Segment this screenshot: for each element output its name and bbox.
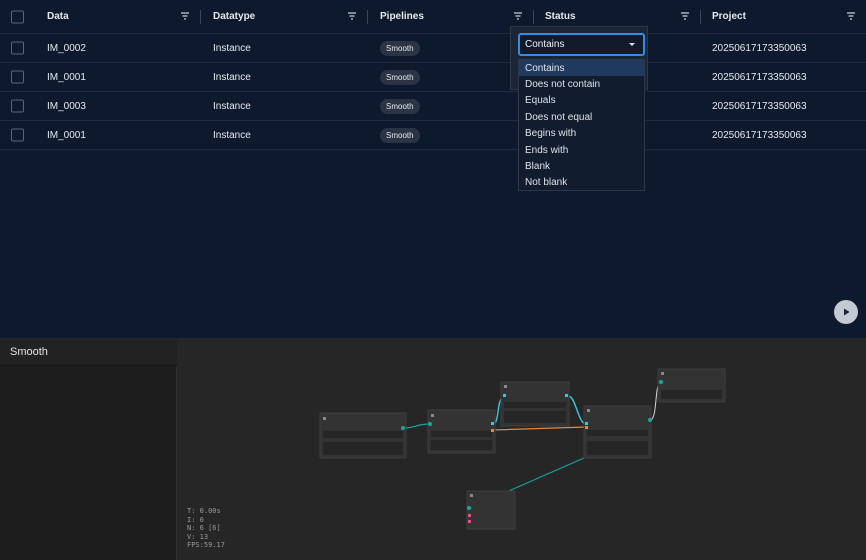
stat-time: T: 0.00s bbox=[187, 507, 221, 515]
table-row[interactable]: IM_0003 Instance Smooth 2025061717335006… bbox=[0, 92, 866, 121]
pipeline-cell: Smooth bbox=[380, 121, 420, 149]
render-stats: T: 0.00s I: 0 N: 6 [6] V: 13 FPS:59.17 bbox=[187, 507, 225, 550]
row-checkbox[interactable] bbox=[11, 99, 24, 113]
filter-menu-icon[interactable] bbox=[680, 11, 690, 21]
project-cell: 20250617173350063 bbox=[712, 71, 807, 83]
datatype-cell: Instance bbox=[213, 100, 251, 112]
project-cell: 20250617173350063 bbox=[712, 100, 807, 112]
project-cell: 20250617173350063 bbox=[712, 42, 807, 54]
pipeline-badge[interactable]: Smooth bbox=[380, 127, 420, 143]
row-checkbox[interactable] bbox=[11, 128, 24, 142]
run-button[interactable] bbox=[834, 300, 858, 324]
pipeline-badge[interactable]: Smooth bbox=[380, 40, 420, 56]
pipeline-cell: Smooth bbox=[380, 92, 420, 120]
filter-option[interactable]: Ends with bbox=[519, 142, 644, 158]
graph-node[interactable] bbox=[657, 368, 726, 403]
data-cell: IM_0001 bbox=[47, 71, 86, 83]
stat-iterations: I: 0 bbox=[187, 515, 204, 524]
data-grid: Data Datatype Pipelines Status Project I… bbox=[0, 0, 866, 338]
graph-link[interactable] bbox=[492, 426, 587, 431]
column-header-pipelines[interactable]: Pipelines bbox=[380, 0, 424, 33]
row-checkbox[interactable] bbox=[11, 70, 24, 84]
table-row[interactable]: IM_0001 Instance Smooth 2025061717335006… bbox=[0, 121, 866, 150]
filter-option[interactable]: Begins with bbox=[519, 126, 644, 142]
graph-link[interactable] bbox=[402, 423, 431, 429]
pipeline-badge[interactable]: Smooth bbox=[380, 69, 420, 85]
caret-down-icon bbox=[629, 43, 635, 46]
stat-visible: V: 13 bbox=[187, 532, 209, 541]
filter-operator-select[interactable]: Contains bbox=[518, 33, 645, 56]
datatype-cell: Instance bbox=[213, 129, 251, 141]
properties-panel: Smooth bbox=[0, 338, 177, 560]
filter-menu-icon[interactable] bbox=[347, 11, 357, 21]
graph-node[interactable] bbox=[583, 405, 652, 459]
filter-option[interactable]: Not blank bbox=[519, 175, 644, 191]
pipeline-cell: Smooth bbox=[380, 34, 420, 62]
filter-menu-icon[interactable] bbox=[846, 11, 856, 21]
stat-fps: FPS:59.17 bbox=[187, 541, 225, 549]
graph-node[interactable] bbox=[466, 490, 516, 530]
data-cell: IM_0001 bbox=[47, 129, 86, 141]
graph-node[interactable] bbox=[500, 381, 570, 427]
datatype-cell: Instance bbox=[213, 42, 251, 54]
column-divider[interactable] bbox=[700, 10, 701, 24]
pipeline-editor: Smooth T: 0.00s I: 0 N: 6 [6] V: 13 FPS:… bbox=[0, 338, 866, 560]
filter-option[interactable]: Equals bbox=[519, 93, 644, 109]
graph-node[interactable] bbox=[427, 409, 496, 454]
column-divider[interactable] bbox=[533, 10, 534, 24]
node-graph[interactable] bbox=[178, 338, 866, 560]
select-all-checkbox[interactable] bbox=[11, 10, 24, 23]
filter-option[interactable]: Does not contain bbox=[519, 76, 644, 92]
filter-operator-options: Contains Does not contain Equals Does no… bbox=[518, 59, 645, 191]
filter-option[interactable]: Contains bbox=[519, 60, 644, 76]
data-cell: IM_0003 bbox=[47, 100, 86, 112]
table-row[interactable]: IM_0001 Instance Smooth 2025061717335006… bbox=[0, 63, 866, 92]
filter-menu-icon[interactable] bbox=[180, 11, 190, 21]
stat-nodes: N: 6 [6] bbox=[187, 524, 221, 532]
table-row[interactable]: IM_0002 Instance Smooth 2025061717335006… bbox=[0, 34, 866, 63]
filter-option[interactable]: Blank bbox=[519, 158, 644, 174]
column-header-datatype[interactable]: Datatype bbox=[213, 0, 255, 33]
graph-canvas[interactable] bbox=[178, 338, 866, 560]
table-header: Data Datatype Pipelines Status Project bbox=[0, 0, 866, 34]
pipeline-cell: Smooth bbox=[380, 63, 420, 91]
project-cell: 20250617173350063 bbox=[712, 129, 807, 141]
filter-menu-icon[interactable] bbox=[513, 11, 523, 21]
graph-link[interactable] bbox=[567, 395, 587, 425]
graph-node[interactable] bbox=[319, 412, 407, 459]
column-header-project[interactable]: Project bbox=[712, 0, 746, 33]
column-header-data[interactable]: Data bbox=[47, 0, 69, 33]
play-icon bbox=[844, 308, 850, 316]
row-checkbox[interactable] bbox=[11, 41, 24, 55]
filter-operator-value: Contains bbox=[525, 39, 565, 50]
column-divider[interactable] bbox=[200, 10, 201, 24]
data-cell: IM_0002 bbox=[47, 42, 86, 54]
pipeline-badge[interactable]: Smooth bbox=[380, 98, 420, 114]
filter-option[interactable]: Does not equal bbox=[519, 109, 644, 125]
pipeline-title: Smooth bbox=[0, 338, 177, 366]
datatype-cell: Instance bbox=[213, 71, 251, 83]
column-divider[interactable] bbox=[367, 10, 368, 24]
